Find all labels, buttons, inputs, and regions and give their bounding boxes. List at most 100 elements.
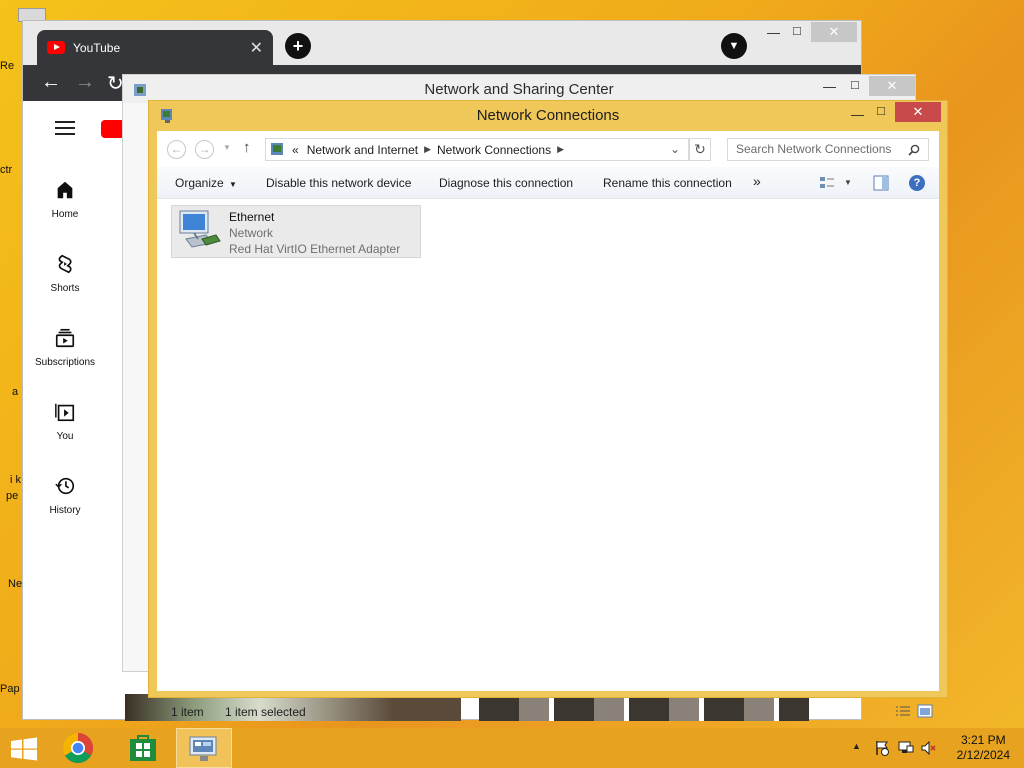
subscriptions-icon	[55, 328, 75, 348]
new-tab-button[interactable]: +	[285, 33, 311, 59]
refresh-button[interactable]: ↻	[689, 138, 711, 161]
chevron-down-icon: ▼	[229, 180, 237, 189]
forward-icon[interactable]: →	[75, 71, 95, 94]
back-button[interactable]: ←	[167, 140, 186, 159]
sidebar-item-history[interactable]: History	[23, 475, 107, 516]
network-center-icon	[134, 84, 146, 96]
taskbar: ▲ 3:21 PM 2/12/2024	[0, 728, 1024, 768]
start-windows-icon[interactable]	[10, 737, 38, 761]
explorer-content: ← → ▼ ↑ « Network and Internet ▶ Network…	[157, 131, 939, 719]
sidebar-item-subscriptions[interactable]: Subscriptions	[23, 327, 107, 368]
maximize-icon[interactable]: □	[793, 23, 801, 38]
store-icon	[130, 735, 156, 761]
address-field[interactable]: « Network and Internet ▶ Network Connect…	[265, 138, 689, 161]
adapter-name: Ethernet	[229, 210, 275, 224]
desktop-icon-label: i k	[10, 474, 21, 486]
network-tray-icon[interactable]	[898, 740, 914, 756]
desktop-icon-label: pe	[6, 490, 19, 502]
search-icon[interactable]	[908, 144, 920, 156]
close-window-button[interactable]: ✕	[811, 22, 857, 42]
tab-youtube[interactable]: YouTube ✕	[37, 30, 273, 65]
recent-locations-icon[interactable]: ▼	[223, 143, 231, 152]
control-panel-icon	[271, 142, 283, 155]
taskbar-control-panel-button[interactable]	[176, 728, 232, 768]
sidebar-item-you[interactable]: You	[23, 401, 107, 442]
tab-close-icon[interactable]: ✕	[250, 38, 263, 58]
breadcrumb-network-connections[interactable]: Network Connections	[437, 143, 551, 157]
address-bar-row: ← → ▼ ↑ « Network and Internet ▶ Network…	[157, 131, 939, 167]
youtube-favicon-icon	[47, 41, 65, 54]
desktop-icon-label: Ne	[8, 578, 23, 590]
chrome-tabstrip: YouTube ✕ + ▼ — □ ✕	[23, 21, 861, 65]
network-connections-window: Network Connections — □ ✕ ← → ▼ ↑ « Netw…	[148, 100, 948, 719]
taskbar-chrome-button[interactable]	[56, 728, 102, 768]
view-options-dropdown-icon[interactable]: ▼	[844, 178, 852, 187]
up-icon[interactable]: ↑	[243, 139, 251, 156]
breadcrumb-overflow[interactable]: «	[292, 143, 299, 157]
disable-device-button[interactable]: Disable this network device	[266, 176, 411, 190]
network-connections-icon	[189, 736, 217, 761]
sidebar-item-home[interactable]: Home	[23, 179, 107, 220]
action-center-flag-icon[interactable]	[874, 740, 890, 756]
tab-search-icon[interactable]: ▼	[721, 33, 747, 59]
menu-icon[interactable]	[55, 121, 75, 135]
preview-pane-icon[interactable]	[873, 175, 889, 191]
network-adapter-icon	[179, 210, 221, 248]
search-input[interactable]: Search Network Connections	[727, 138, 929, 161]
breadcrumb-separator-icon[interactable]: ▶	[424, 144, 431, 155]
ethernet-adapter-item[interactable]: Ethernet Network Red Hat VirtIO Ethernet…	[171, 205, 421, 258]
breadcrumb-network-internet[interactable]: Network and Internet	[307, 143, 418, 157]
adapter-network: Network	[229, 226, 274, 240]
video-thumbnail[interactable]	[479, 694, 809, 721]
volume-muted-icon[interactable]	[921, 740, 937, 756]
breadcrumb-separator-icon[interactable]: ▶	[557, 144, 564, 155]
desktop-icon-label: Pap	[0, 683, 20, 695]
desktop-icon-label: ctr	[0, 164, 13, 176]
forward-button[interactable]: →	[195, 140, 214, 159]
organize-label: Organize	[175, 176, 224, 190]
large-icons-view-icon[interactable]	[917, 704, 933, 718]
minimize-icon[interactable]: —	[767, 25, 780, 40]
clock-date: 2/12/2024	[956, 748, 1010, 762]
window-title: Network Connections	[476, 107, 620, 124]
youtube-sidebar: Home Shorts Subscriptions You History	[23, 101, 125, 719]
adapter-device: Red Hat VirtIO Ethernet Adapter	[229, 242, 401, 256]
taskbar-store-button[interactable]	[120, 728, 166, 768]
sidebar-item-label: Subscriptions	[34, 357, 96, 368]
home-icon	[57, 181, 73, 199]
minimize-icon[interactable]: —	[823, 79, 836, 94]
you-icon	[55, 403, 75, 422]
desktop-icon-label: Re	[0, 60, 15, 72]
sidebar-item-label: Shorts	[50, 283, 80, 294]
desktop-icon-label: a	[12, 386, 19, 398]
back-icon[interactable]: ←	[41, 71, 61, 94]
status-item-count: 1 item	[171, 705, 204, 719]
clock-time: 3:21 PM	[960, 733, 1006, 747]
status-selected-count: 1 item selected	[225, 705, 306, 719]
help-icon[interactable]: ?	[909, 175, 925, 191]
history-icon	[55, 477, 75, 495]
more-commands-button[interactable]: »	[753, 173, 761, 189]
minimize-icon[interactable]: —	[851, 107, 864, 122]
window-title: Network and Sharing Center	[123, 75, 915, 103]
show-hidden-icons-icon[interactable]: ▲	[852, 741, 861, 751]
sidebar-item-shorts[interactable]: Shorts	[23, 253, 107, 294]
maximize-icon[interactable]: □	[851, 77, 859, 92]
diagnose-button[interactable]: Diagnose this connection	[439, 176, 573, 190]
sidebar-item-label: History	[49, 505, 81, 516]
address-dropdown-icon[interactable]: ⌄	[670, 142, 680, 156]
tab-title: YouTube	[73, 40, 121, 55]
system-clock[interactable]: 3:21 PM 2/12/2024	[957, 733, 1010, 763]
details-view-icon[interactable]	[895, 705, 911, 717]
sidebar-item-label: You	[56, 431, 74, 442]
close-window-button[interactable]: ✕	[895, 102, 941, 122]
rename-button[interactable]: Rename this connection	[603, 176, 732, 190]
maximize-icon[interactable]: □	[877, 103, 885, 118]
shorts-icon	[58, 254, 72, 274]
command-bar: Organize ▼ Disable this network device D…	[157, 167, 939, 199]
change-view-icon[interactable]	[819, 176, 835, 190]
close-window-button[interactable]: ✕	[869, 76, 915, 96]
sidebar-item-label: Home	[51, 209, 79, 220]
organize-button[interactable]: Organize ▼	[175, 176, 237, 190]
chrome-icon	[62, 733, 94, 764]
